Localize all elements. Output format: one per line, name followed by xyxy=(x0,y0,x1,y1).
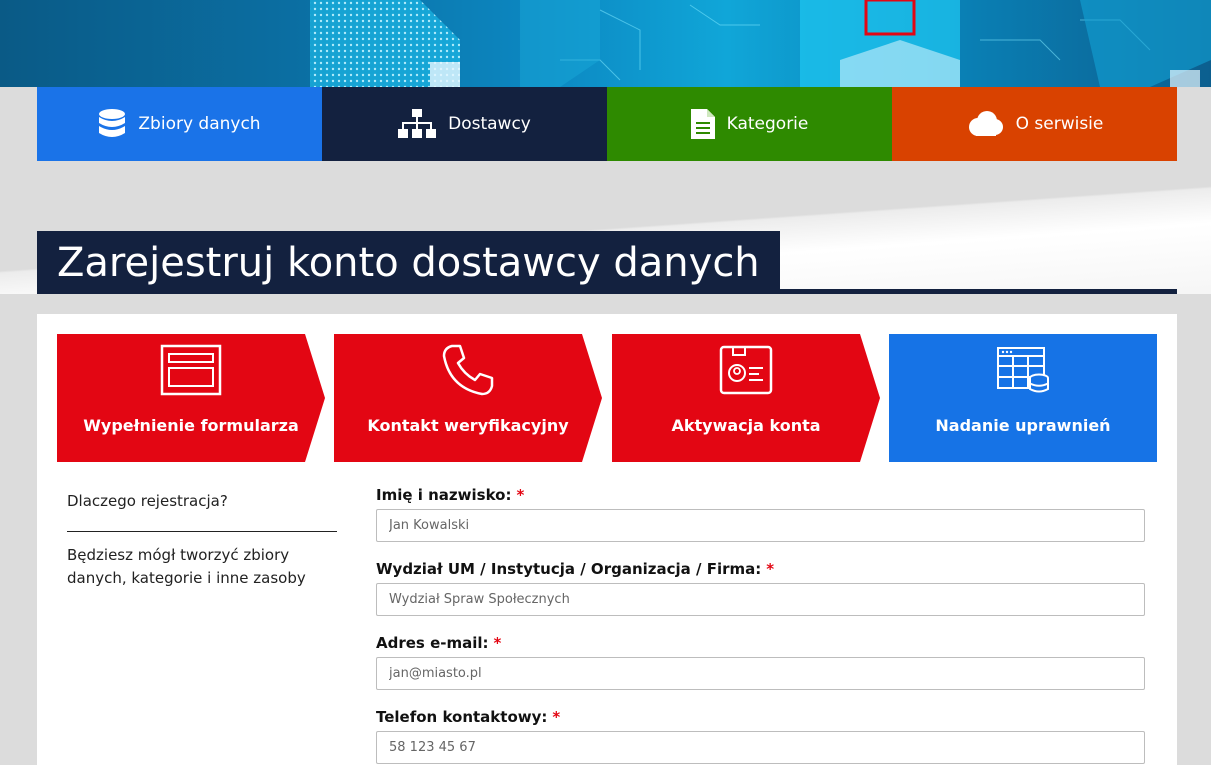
label-text: Telefon kontaktowy: xyxy=(376,708,548,726)
registration-card: Wypełnienie formularza Kontakt weryfikac… xyxy=(37,314,1177,765)
spacer-band xyxy=(0,294,1211,314)
nav-item-o-serwisie[interactable]: O serwisie xyxy=(892,87,1177,161)
nav-item-kategorie[interactable]: Kategorie xyxy=(607,87,892,161)
banner-graphic xyxy=(310,0,1211,87)
email-input[interactable] xyxy=(376,657,1145,690)
field-label: Wydział UM / Instytucja / Organizacja / … xyxy=(376,560,1145,578)
nav-label: Kategorie xyxy=(726,114,809,134)
nav-item-dostawcy[interactable]: Dostawcy xyxy=(322,87,607,161)
required-marker: * xyxy=(766,560,775,578)
field-organization: Wydział UM / Instytucja / Organizacja / … xyxy=(376,560,1145,616)
step-nadanie-uprawnien: Nadanie uprawnień xyxy=(889,334,1157,462)
phone-input[interactable] xyxy=(376,731,1145,764)
sitemap-icon xyxy=(398,109,437,139)
id-card-icon xyxy=(719,344,773,396)
sidebar-info: Dlaczego rejestracja? Będziesz mógł twor… xyxy=(67,492,337,590)
field-label: Adres e-mail: * xyxy=(376,634,1145,652)
organization-input[interactable] xyxy=(376,583,1145,616)
phone-icon xyxy=(442,344,494,396)
page-title-box: Zarejestruj konto dostawcy danych xyxy=(37,231,780,294)
step-label: Nadanie uprawnień xyxy=(935,416,1111,435)
step-label: Kontakt weryfikacyjny xyxy=(367,416,569,435)
file-icon xyxy=(690,109,715,139)
required-marker: * xyxy=(552,708,561,726)
step-label: Aktywacja konta xyxy=(671,416,821,435)
form-icon xyxy=(160,344,222,396)
cloud-icon xyxy=(966,111,1004,137)
label-text: Adres e-mail: xyxy=(376,634,489,652)
main-navigation: Zbiory danych Dostawcy Kategorie O serwi… xyxy=(37,87,1177,161)
field-label: Imię i nazwisko: * xyxy=(376,486,1145,504)
sidebar-text: Będziesz mógł tworzyć zbiory danych, kat… xyxy=(67,546,306,587)
step-aktywacja-konta: Aktywacja konta xyxy=(612,334,880,462)
table-database-icon xyxy=(996,344,1050,396)
step-kontakt-weryfikacyjny: Kontakt weryfikacyjny xyxy=(334,334,602,462)
field-name: Imię i nazwisko: * xyxy=(376,486,1145,542)
label-text: Imię i nazwisko: xyxy=(376,486,512,504)
database-icon xyxy=(98,109,126,139)
required-marker: * xyxy=(493,634,502,652)
field-email: Adres e-mail: * xyxy=(376,634,1145,690)
page-title: Zarejestruj konto dostawcy danych xyxy=(57,239,760,286)
step-wypelnienie-formularza: Wypełnienie formularza xyxy=(57,334,325,462)
header-banner xyxy=(0,0,1211,87)
sidebar-title: Dlaczego rejestracja? xyxy=(67,492,337,532)
nav-item-zbiory-danych[interactable]: Zbiory danych xyxy=(37,87,322,161)
nav-label: Dostawcy xyxy=(448,114,531,134)
field-label: Telefon kontaktowy: * xyxy=(376,708,1145,726)
registration-form: Imię i nazwisko:* Wydział UM / Instytucj… xyxy=(376,486,1145,765)
label-text: Wydział UM / Instytucja / Organizacja / … xyxy=(376,560,762,578)
required-marker: * xyxy=(516,486,525,504)
name-input[interactable] xyxy=(376,509,1145,542)
nav-label: O serwisie xyxy=(1015,114,1104,134)
nav-label: Zbiory danych xyxy=(138,114,261,134)
field-phone: Telefon kontaktowy: * xyxy=(376,708,1145,764)
registration-steps: Wypełnienie formularza Kontakt weryfikac… xyxy=(57,334,1157,462)
step-label: Wypełnienie formularza xyxy=(83,416,299,435)
